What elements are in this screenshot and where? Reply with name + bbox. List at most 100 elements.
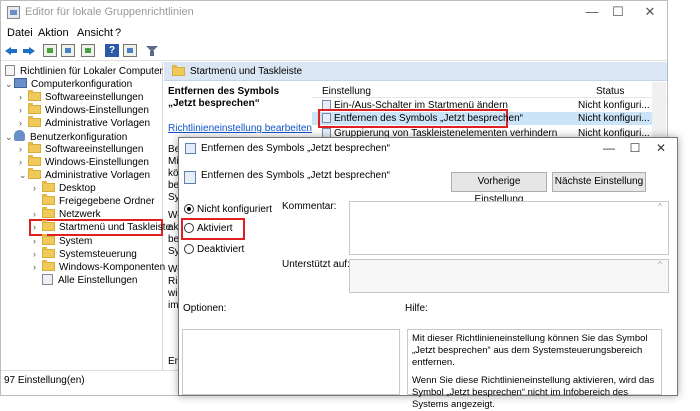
radio-unselected-icon[interactable] [184, 244, 194, 254]
description-fragment: im [168, 300, 179, 311]
chevron-right-icon[interactable]: › [19, 117, 28, 130]
radio-selected-icon[interactable] [184, 204, 194, 214]
folder-icon [28, 90, 41, 101]
help-paragraph: Mit dieser Richtlinieneinstellung können… [412, 333, 648, 368]
column-header-einstellung[interactable]: Einstellung [322, 86, 371, 97]
tree-item-startmenue-und-taskleiste[interactable]: › Startmenü und Taskleiste [29, 219, 171, 236]
options-panel [182, 329, 400, 395]
radio-unselected-icon[interactable] [184, 223, 194, 233]
settings-list: Einstellung Status Ein-/Aus-Schalter im … [312, 82, 667, 140]
folder-icon [42, 207, 55, 218]
tree-item-softwareeinstellungen-user[interactable]: › Softwareeinstellungen [19, 142, 143, 156]
folder-icon [42, 234, 55, 245]
tree-item-alle-einstellungen[interactable]: Alle Einstellungen [33, 274, 138, 287]
chevron-right-icon[interactable]: › [19, 91, 28, 104]
maximize-button[interactable]: ☐ [603, 1, 633, 25]
forward-arrow-icon[interactable] [21, 44, 35, 57]
chevron-down-icon[interactable]: ⌄ [5, 78, 14, 91]
extended-tab-fragment[interactable]: Er [168, 356, 178, 368]
help-icon[interactable]: ? [105, 44, 119, 57]
tree-item-freigegebene-ordner[interactable]: Freigegebene Ordner [33, 194, 155, 208]
export-list-icon[interactable] [81, 44, 95, 57]
folder-icon [42, 220, 55, 231]
tree-item-administrative-vorlagen-computer[interactable]: › Administrative Vorlagen [19, 116, 150, 130]
dialog-maximize-button[interactable]: ☐ [621, 138, 649, 160]
column-header-status[interactable]: Status [596, 86, 624, 97]
folder-icon [172, 65, 185, 76]
chevron-right-icon[interactable]: › [33, 221, 42, 234]
folder-icon [42, 260, 55, 271]
chevron-right-icon[interactable]: › [19, 104, 28, 117]
title-bar: Editor für lokale Gruppenrichtlinien — ☐… [1, 1, 667, 25]
filter-icon[interactable] [145, 44, 159, 57]
menu-datei[interactable]: Datei [7, 27, 33, 39]
properties-icon[interactable] [123, 44, 137, 57]
comment-field[interactable] [349, 201, 669, 255]
supported-on-scrollbar[interactable] [656, 260, 668, 292]
description-fragment: kö [168, 168, 179, 179]
previous-setting-button[interactable]: Vorherige Einstellung [451, 172, 547, 205]
tree-item-windows-komponenten[interactable]: › Windows-Komponenten [33, 260, 165, 274]
chevron-right-icon[interactable]: › [33, 182, 42, 195]
tree-root[interactable]: Richtlinien für Lokaler Computer [5, 65, 163, 78]
description-fragment: Mi [168, 156, 179, 167]
gpedit-app-icon [7, 6, 20, 19]
radio-not-configured[interactable]: Nicht konfiguriert [184, 203, 272, 217]
folder-icon [28, 103, 41, 114]
folder-icon [28, 116, 41, 127]
radio-disabled[interactable]: Deaktiviert [184, 243, 244, 257]
folder-icon [28, 142, 41, 153]
dialog-title-bar: Entfernen des Symbols „Jetzt besprechen“… [179, 138, 677, 160]
comment-scrollbar[interactable] [656, 202, 668, 254]
folder-icon [42, 247, 55, 258]
pane-header: Startmenü und Taskleiste [164, 62, 667, 81]
chevron-right-icon[interactable]: › [33, 261, 42, 274]
all-settings-icon [42, 274, 53, 285]
description-title: Entfernen des Symbols „Jetzt besprechen“ [168, 86, 280, 109]
list-view-icon[interactable] [61, 44, 75, 57]
window-title: Editor für lokale Gruppenrichtlinien [25, 6, 194, 18]
close-button[interactable]: ✕ [635, 1, 665, 25]
menu-bar: Datei Aktion Ansicht ? [1, 25, 667, 41]
chevron-down-icon[interactable]: ⌄ [5, 131, 14, 144]
tree-item-windows-einstellungen-computer[interactable]: › Windows-Einstellungen [19, 103, 149, 117]
next-setting-button[interactable]: Nächste Einstellung [552, 172, 646, 192]
chevron-right-icon[interactable]: › [19, 143, 28, 156]
dialog-minimize-button[interactable]: — [595, 138, 623, 160]
policy-document-icon [5, 65, 15, 76]
computer-icon [14, 78, 27, 88]
tree-item-administrative-vorlagen-user[interactable]: ⌄ Administrative Vorlagen [19, 168, 150, 182]
tree-item-computerkonfiguration[interactable]: ⌄ Computerkonfiguration [5, 78, 132, 91]
toolbar: ? [1, 41, 667, 61]
menu-aktion[interactable]: Aktion [38, 27, 69, 39]
chevron-right-icon[interactable]: › [33, 248, 42, 261]
edit-policy-link[interactable]: Richtlinieneinstellung bearbeiten [168, 123, 312, 134]
tree-item-benutzerkonfiguration[interactable]: ⌄ Benutzerkonfiguration [5, 130, 127, 143]
policy-setting-icon [184, 171, 196, 184]
tree-item-windows-einstellungen-user[interactable]: › Windows-Einstellungen [19, 155, 149, 169]
radio-enabled[interactable]: Aktiviert [184, 222, 233, 236]
chevron-down-icon[interactable]: ⌄ [19, 169, 28, 182]
dialog-heading: Entfernen des Symbols „Jetzt besprechen“ [201, 170, 390, 181]
back-arrow-icon[interactable] [5, 44, 19, 57]
list-scrollbar[interactable] [652, 82, 666, 140]
show-hide-tree-icon[interactable] [43, 44, 57, 57]
tree-item-systemsteuerung[interactable]: › Systemsteuerung [33, 247, 137, 261]
supported-on-field [349, 259, 669, 293]
chevron-right-icon[interactable]: › [33, 235, 42, 248]
pane-header-title: Startmenü und Taskleiste [190, 66, 303, 77]
user-icon [14, 130, 25, 141]
list-item-selected[interactable]: Entfernen des Symbols „Jetzt besprechen“… [312, 109, 652, 128]
folder-icon [42, 194, 55, 205]
navigation-tree: Richtlinien für Lokaler Computer ⌄ Comput… [1, 62, 171, 370]
settings-count: 97 Einstellung(en) [4, 375, 85, 386]
dialog-close-button[interactable]: ✕ [647, 138, 675, 160]
dialog-title: Entfernen des Symbols „Jetzt besprechen“ [201, 143, 390, 154]
folder-icon [28, 155, 41, 166]
folder-icon [42, 181, 55, 192]
menu-ansicht[interactable]: Ansicht [77, 27, 113, 39]
policy-dialog: Entfernen des Symbols „Jetzt besprechen“… [178, 137, 678, 410]
menu-help[interactable]: ? [115, 27, 121, 39]
tree-item-softwareeinstellungen-computer[interactable]: › Softwareeinstellungen [19, 90, 143, 104]
chevron-right-icon[interactable]: › [19, 156, 28, 169]
